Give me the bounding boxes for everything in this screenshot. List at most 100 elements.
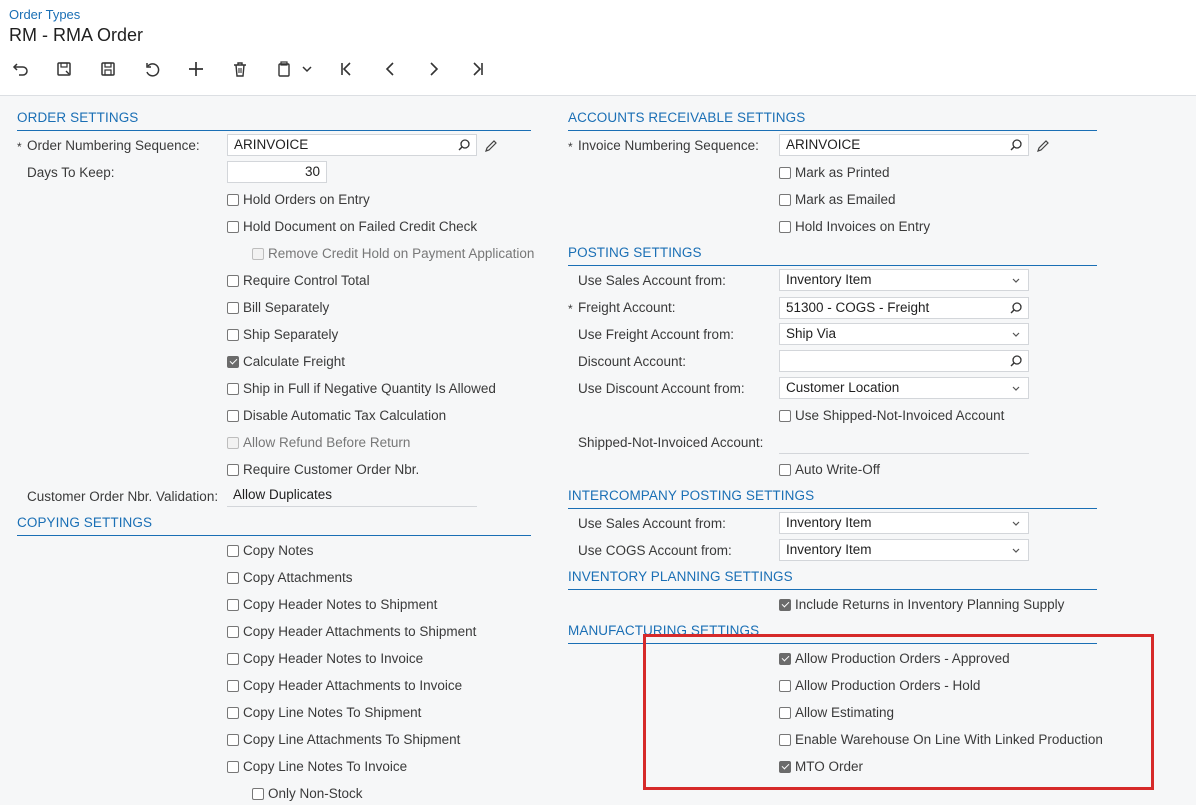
require-control-total-checkbox[interactable]: Require Control Total	[227, 273, 370, 288]
checkbox-box[interactable]	[227, 382, 239, 395]
hold-document-on-failed-credit-check-checkbox[interactable]: Hold Document on Failed Credit Check	[227, 219, 477, 234]
copy-header-notes-to-invoice-checkbox[interactable]: Copy Header Notes to Invoice	[227, 651, 423, 666]
checkbox-label: Hold Invoices on Entry	[795, 219, 931, 234]
checkbox-box[interactable]	[227, 274, 239, 287]
next-icon[interactable]	[421, 56, 447, 82]
order-numbering-input[interactable]: ARINVOICE	[227, 134, 477, 156]
checkbox-box[interactable]	[227, 760, 239, 773]
auto-writeoff-checkbox[interactable]: Auto Write-Off	[779, 462, 880, 477]
checkbox-box[interactable]	[227, 220, 239, 233]
checkbox-box[interactable]	[227, 625, 239, 638]
freight-account-label: Freight Account:	[578, 300, 676, 315]
freight-account-input[interactable]: 51300 - COGS - Freight	[779, 297, 1029, 319]
copy-attachments-checkbox[interactable]: Copy Attachments	[227, 570, 353, 585]
checkbox-box	[227, 436, 239, 449]
ic-sales-account-select[interactable]: Inventory Item	[779, 512, 1029, 534]
checkbox-box[interactable]	[227, 733, 239, 746]
previous-icon[interactable]	[377, 56, 403, 82]
mark-as-printed-checkbox[interactable]: Mark as Printed	[779, 165, 890, 180]
discount-account-label: Discount Account:	[578, 354, 687, 369]
first-icon[interactable]	[333, 56, 359, 82]
checkbox-box[interactable]	[227, 328, 239, 341]
checkbox-box[interactable]	[779, 220, 791, 233]
checkbox-label: Mark as Printed	[795, 165, 890, 180]
checkbox-label: Hold Document on Failed Credit Check	[243, 219, 478, 234]
sni-account-label: Shipped-Not-Invoiced Account:	[578, 435, 764, 450]
copy-header-attachments-to-invoice-checkbox[interactable]: Copy Header Attachments to Invoice	[227, 678, 462, 693]
disable-automatic-tax-calculation-checkbox[interactable]: Disable Automatic Tax Calculation	[227, 408, 446, 423]
checkbox-box[interactable]	[779, 193, 791, 206]
save-close-icon[interactable]	[51, 56, 77, 82]
checkbox-box[interactable]	[227, 571, 239, 584]
checkbox-box[interactable]	[227, 355, 239, 368]
order-numbering-label: Order Numbering Sequence:	[27, 138, 200, 153]
use-sales-account-select[interactable]: Inventory Item	[779, 269, 1029, 291]
ar-settings-header: ACCOUNTS RECEIVABLE SETTINGS	[568, 110, 1097, 131]
checkbox-label: Allow Refund Before Return	[243, 435, 411, 450]
chevron-down-icon	[1012, 521, 1020, 526]
checkbox-box[interactable]	[227, 301, 239, 314]
delete-icon[interactable]	[227, 56, 253, 82]
search-icon[interactable]	[457, 138, 471, 152]
use-discount-account-label: Use Discount Account from:	[578, 381, 745, 396]
allow-refund-before-return-checkbox: Allow Refund Before Return	[227, 435, 410, 450]
copy-line-notes-to-shipment-checkbox[interactable]: Copy Line Notes To Shipment	[227, 705, 421, 720]
ship-separately-checkbox[interactable]: Ship Separately	[227, 327, 338, 342]
checkbox-box[interactable]	[779, 166, 791, 179]
search-icon[interactable]	[1009, 301, 1023, 315]
bill-separately-checkbox[interactable]: Bill Separately	[227, 300, 329, 315]
checkbox-box[interactable]	[227, 706, 239, 719]
add-icon[interactable]	[183, 56, 209, 82]
chevron-down-icon[interactable]	[296, 56, 318, 82]
order-settings-header: ORDER SETTINGS	[17, 110, 531, 131]
require-customer-order-nbr-checkbox[interactable]: Require Customer Order Nbr.	[227, 462, 419, 477]
ship-in-full-if-negative-quantity-is-allowed-checkbox[interactable]: Ship in Full if Negative Quantity Is All…	[227, 381, 496, 396]
checkbox-box[interactable]	[227, 463, 239, 476]
checkbox-box[interactable]	[227, 409, 239, 422]
hold-invoices-on-entry-checkbox[interactable]: Hold Invoices on Entry	[779, 219, 930, 234]
search-icon[interactable]	[1009, 354, 1023, 368]
include-returns-checkbox[interactable]: Include Returns in Inventory Planning Su…	[779, 597, 1064, 612]
discount-account-input[interactable]	[779, 350, 1029, 372]
calculate-freight-checkbox[interactable]: Calculate Freight	[227, 354, 345, 369]
copy-notes-checkbox[interactable]: Copy Notes	[227, 543, 314, 558]
search-icon[interactable]	[1009, 138, 1023, 152]
hold-orders-on-entry-checkbox[interactable]: Hold Orders on Entry	[227, 192, 370, 207]
back-icon[interactable]	[7, 56, 33, 82]
only-non-stock-checkbox[interactable]: Only Non-Stock	[252, 786, 363, 801]
required-marker: *	[568, 140, 573, 154]
checkbox-label: Copy Line Notes To Shipment	[243, 705, 422, 720]
copy-line-notes-to-invoice-checkbox[interactable]: Copy Line Notes To Invoice	[227, 759, 407, 774]
invoice-numbering-input[interactable]: ARINVOICE	[779, 134, 1029, 156]
sni-account-input[interactable]	[779, 432, 1029, 454]
copy-header-attachments-to-shipment-checkbox[interactable]: Copy Header Attachments to Shipment	[227, 624, 476, 639]
undo-icon[interactable]	[139, 56, 165, 82]
checkbox-label: Copy Header Attachments to Shipment	[243, 624, 477, 639]
checkbox-box[interactable]	[227, 193, 239, 206]
use-discount-account-select[interactable]: Customer Location	[779, 377, 1029, 399]
copy-header-notes-to-shipment-checkbox[interactable]: Copy Header Notes to Shipment	[227, 597, 437, 612]
checkbox-box[interactable]	[227, 652, 239, 665]
checkbox-box[interactable]	[252, 787, 264, 800]
chevron-down-icon	[1012, 332, 1020, 337]
breadcrumb[interactable]: Order Types	[9, 7, 80, 22]
save-icon[interactable]	[95, 56, 121, 82]
copy-line-attachments-to-shipment-checkbox[interactable]: Copy Line Attachments To Shipment	[227, 732, 460, 747]
checkbox-box[interactable]	[227, 679, 239, 692]
last-icon[interactable]	[465, 56, 491, 82]
mark-as-emailed-checkbox[interactable]: Mark as Emailed	[779, 192, 896, 207]
checkbox-box[interactable]	[227, 598, 239, 611]
days-to-keep-input[interactable]: 30	[227, 161, 327, 183]
use-sni-account-checkbox[interactable]: Use Shipped-Not-Invoiced Account	[779, 408, 1004, 423]
checkbox-box[interactable]	[227, 544, 239, 557]
top-bar: Order Types RM - RMA Order	[0, 0, 1196, 96]
ic-cogs-account-select[interactable]: Inventory Item	[779, 539, 1029, 561]
checkbox-label: Copy Notes	[243, 543, 314, 558]
edit-pencil-icon[interactable]	[484, 139, 498, 153]
use-sales-account-label: Use Sales Account from:	[578, 273, 726, 288]
copy-paste-icon[interactable]	[271, 56, 297, 82]
use-freight-account-select[interactable]: Ship Via	[779, 323, 1029, 345]
checkbox-label: Copy Line Notes To Invoice	[243, 759, 408, 774]
order-nbr-validation-select[interactable]: Allow Duplicates	[227, 485, 477, 507]
edit-pencil-icon[interactable]	[1036, 139, 1050, 153]
